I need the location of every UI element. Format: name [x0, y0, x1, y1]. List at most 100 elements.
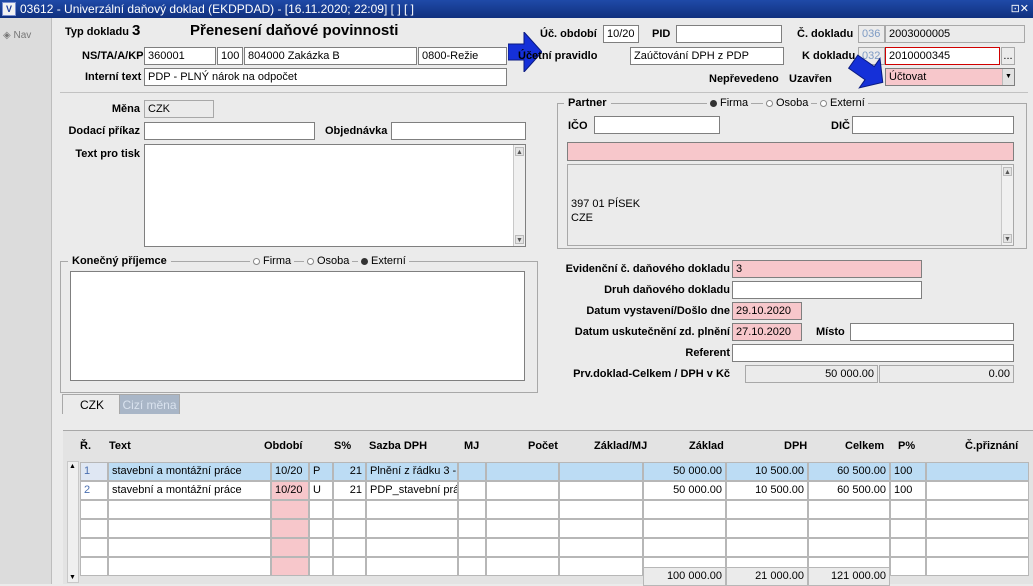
- kp-radio-externi[interactable]: Externí: [358, 254, 409, 268]
- grid-cell[interactable]: [271, 500, 309, 519]
- grid-cell[interactable]: [271, 538, 309, 557]
- misto-field[interactable]: [850, 323, 1014, 341]
- text-pro-tisk-textarea[interactable]: [144, 144, 526, 247]
- dodaci-prikaz-field[interactable]: [144, 122, 315, 140]
- grid-cell[interactable]: [366, 538, 458, 557]
- grid-cell[interactable]: [726, 500, 808, 519]
- cell-zaklad[interactable]: 50 000.00: [643, 481, 726, 500]
- cell-r[interactable]: 2: [80, 481, 108, 500]
- cell-zaklad-mj[interactable]: [559, 462, 643, 481]
- grid-cell[interactable]: [333, 500, 366, 519]
- cell-pct[interactable]: 21: [333, 462, 366, 481]
- a-field[interactable]: 804000 Zakázka B: [244, 47, 417, 65]
- ta-field[interactable]: 100: [217, 47, 243, 65]
- ico-field[interactable]: [594, 116, 720, 134]
- grid-cell[interactable]: [108, 557, 271, 576]
- grid-cell[interactable]: [80, 538, 108, 557]
- grid-cell[interactable]: [890, 538, 926, 557]
- cell-pct[interactable]: 21: [333, 481, 366, 500]
- grid-cell[interactable]: [808, 538, 890, 557]
- scroll-down-icon[interactable]: ▼: [515, 235, 524, 244]
- ns-field[interactable]: 360001: [144, 47, 216, 65]
- cell-dph[interactable]: 10 500.00: [726, 481, 808, 500]
- grid-cell[interactable]: [890, 519, 926, 538]
- cell-text[interactable]: stavební a montážní práce: [108, 462, 271, 481]
- grid-cell[interactable]: [366, 557, 458, 576]
- partner-name-field[interactable]: [567, 142, 1014, 161]
- grid-cell[interactable]: [80, 500, 108, 519]
- scroll-down-icon[interactable]: ▼: [1003, 234, 1012, 243]
- nav-toggle[interactable]: ◈ Nav: [3, 30, 31, 41]
- grid-cell[interactable]: [108, 519, 271, 538]
- grid-cell[interactable]: [486, 500, 559, 519]
- cell-mj[interactable]: [458, 462, 486, 481]
- chevron-down-icon[interactable]: ▼: [1002, 69, 1014, 85]
- grid-cell[interactable]: [926, 519, 1029, 538]
- cell-c-priznani[interactable]: [926, 462, 1029, 481]
- partner-radio-osoba[interactable]: Osoba: [763, 96, 812, 110]
- datum-uskutecneni-field[interactable]: 27.10.2020: [732, 323, 802, 341]
- grid-cell[interactable]: [890, 500, 926, 519]
- grid-cell[interactable]: [808, 500, 890, 519]
- cell-dph[interactable]: 10 500.00: [726, 462, 808, 481]
- uzavren-select[interactable]: Účtovat ▼: [885, 68, 1015, 86]
- text-pro-tisk-scrollbar[interactable]: ▲ ▼: [513, 145, 525, 246]
- grid-cell[interactable]: [926, 557, 1029, 576]
- grid-cell[interactable]: [309, 500, 333, 519]
- konecny-prijemce-box[interactable]: [70, 271, 525, 381]
- cell-obdobi[interactable]: 10/20: [271, 462, 309, 481]
- cell-pocet[interactable]: [486, 481, 559, 500]
- interni-text-field[interactable]: PDP - PLNÝ nárok na odpočet: [144, 68, 507, 86]
- scroll-down-icon[interactable]: ▼: [69, 574, 76, 581]
- grid-cell[interactable]: [458, 557, 486, 576]
- grid-cell[interactable]: [271, 557, 309, 576]
- grid-cell[interactable]: [458, 538, 486, 557]
- cell-r[interactable]: 1: [80, 462, 108, 481]
- grid-cell[interactable]: [309, 538, 333, 557]
- grid-cell[interactable]: [926, 538, 1029, 557]
- grid-cell[interactable]: [559, 500, 643, 519]
- grid-scrollbar[interactable]: ▲ ▼: [67, 461, 79, 583]
- grid-cell[interactable]: [559, 538, 643, 557]
- grid-cell[interactable]: [333, 538, 366, 557]
- grid-cell[interactable]: [309, 557, 333, 576]
- grid-cell[interactable]: [486, 519, 559, 538]
- objednavka-field[interactable]: [391, 122, 526, 140]
- kp-field[interactable]: 0800-Režie: [418, 47, 507, 65]
- cell-zaklad[interactable]: 50 000.00: [643, 462, 726, 481]
- grid-cell[interactable]: [643, 519, 726, 538]
- window-controls-icon[interactable]: ⊡✕: [1011, 0, 1029, 18]
- kp-radio-firma[interactable]: Firma: [250, 254, 295, 268]
- grid-cell[interactable]: [271, 519, 309, 538]
- grid-cell[interactable]: [80, 557, 108, 576]
- grid-cell[interactable]: [108, 500, 271, 519]
- grid-cell[interactable]: [458, 519, 486, 538]
- cell-p[interactable]: 100: [890, 462, 926, 481]
- ucetni-pravidlo-field[interactable]: Zaúčtování DPH z PDP: [630, 47, 784, 65]
- grid-cell[interactable]: [559, 519, 643, 538]
- grid-cell[interactable]: [366, 500, 458, 519]
- grid-cell[interactable]: [808, 519, 890, 538]
- cell-celkem[interactable]: 60 500.00: [808, 481, 890, 500]
- k-dokladu-field[interactable]: 2010000345: [885, 47, 1000, 65]
- grid-cell[interactable]: [643, 500, 726, 519]
- cell-mj[interactable]: [458, 481, 486, 500]
- grid-cell[interactable]: [559, 557, 643, 576]
- kp-radio-osoba[interactable]: Osoba: [304, 254, 353, 268]
- grid-cell[interactable]: [890, 557, 926, 576]
- cell-pocet[interactable]: [486, 462, 559, 481]
- grid-cell[interactable]: [80, 519, 108, 538]
- grid-cell[interactable]: [926, 500, 1029, 519]
- cell-obdobi[interactable]: 10/20: [271, 481, 309, 500]
- datum-vystaveni-field[interactable]: 29.10.2020: [732, 302, 802, 320]
- partner-radio-firma[interactable]: Firma: [707, 96, 752, 110]
- grid-cell[interactable]: [108, 538, 271, 557]
- partner-radio-externi[interactable]: Externí: [817, 96, 868, 110]
- pid-field[interactable]: [676, 25, 782, 43]
- cell-s[interactable]: U: [309, 481, 333, 500]
- grid-cell[interactable]: [643, 538, 726, 557]
- cell-p[interactable]: 100: [890, 481, 926, 500]
- scroll-up-icon[interactable]: ▲: [1003, 167, 1012, 176]
- cell-zaklad-mj[interactable]: [559, 481, 643, 500]
- evid-field[interactable]: 3: [732, 260, 922, 278]
